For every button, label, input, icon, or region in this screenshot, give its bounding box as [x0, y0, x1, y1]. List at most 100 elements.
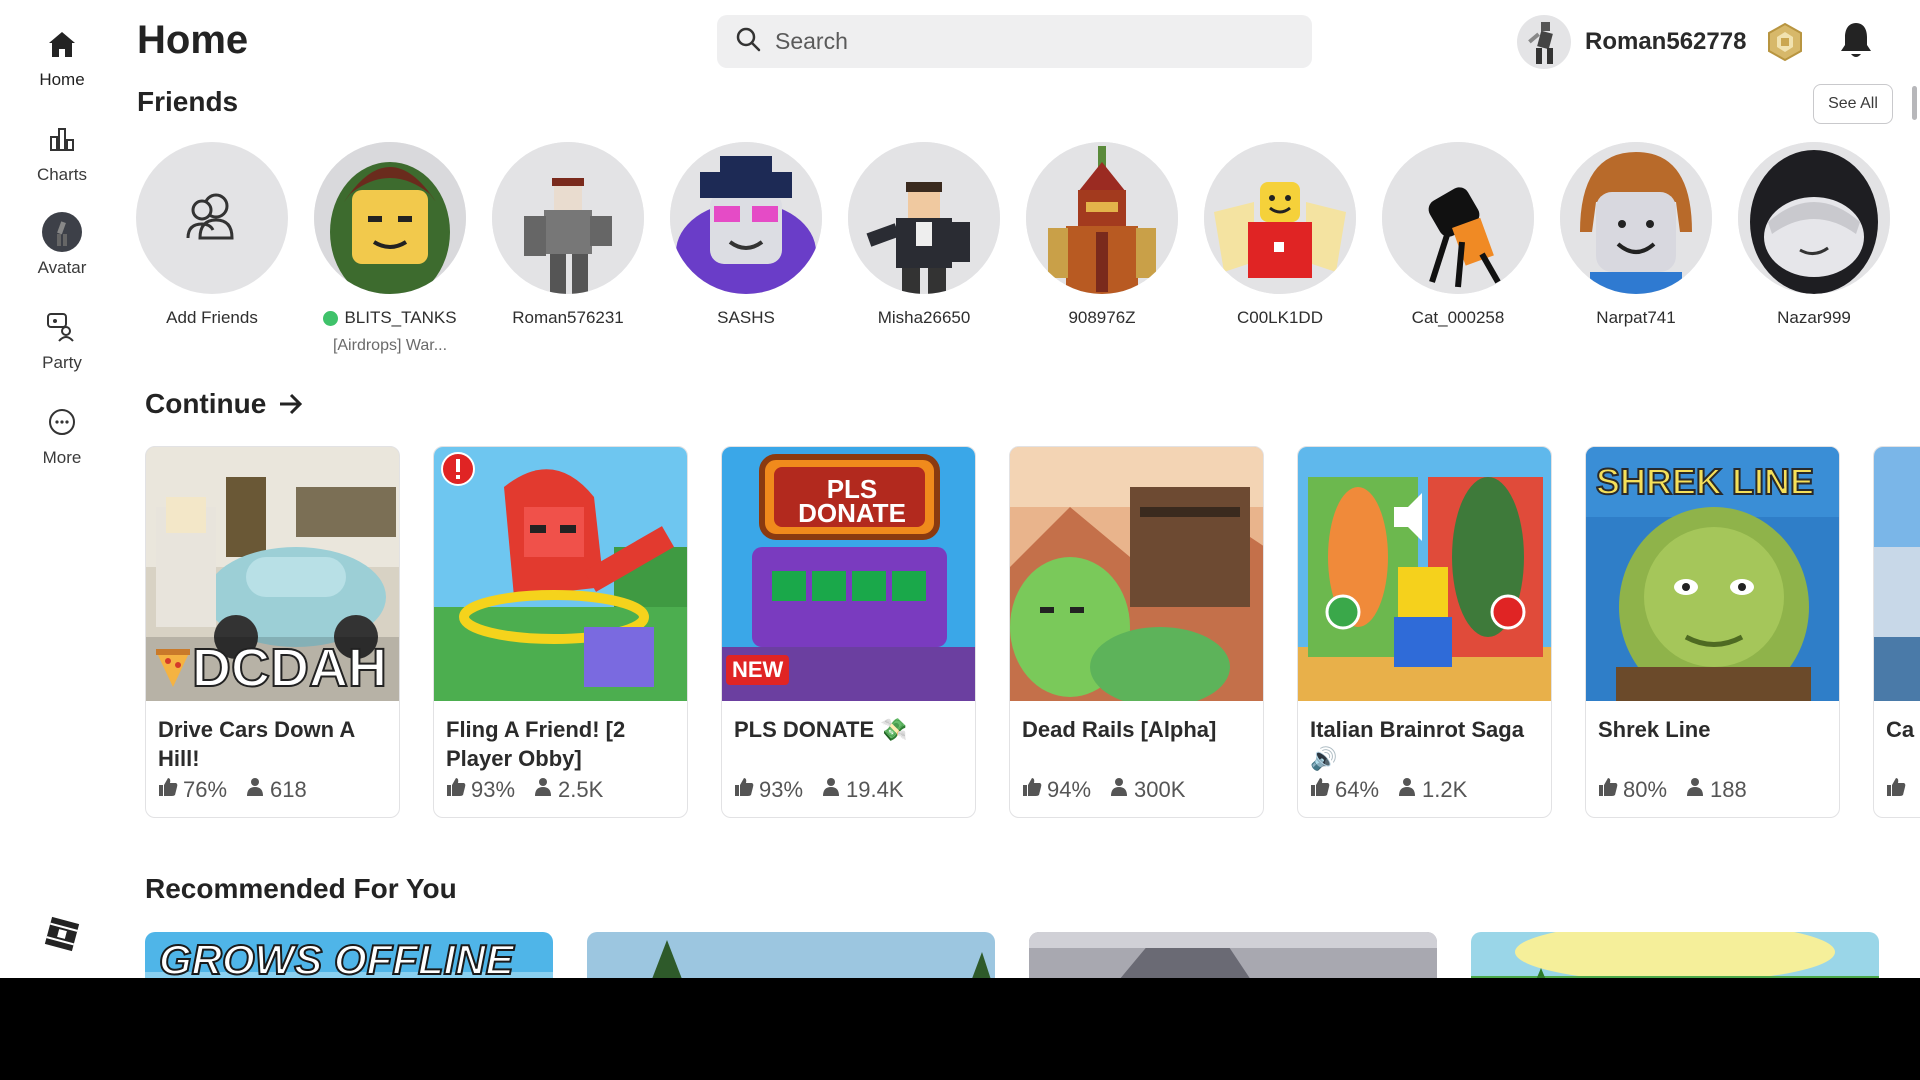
rating-stat: 94% [1022, 777, 1091, 803]
game-stats: 94% 300K [1022, 777, 1203, 803]
recommended-game-card[interactable] [1471, 932, 1879, 978]
continue-title: Continue [145, 388, 267, 419]
rating-value: 93% [471, 777, 516, 802]
players-stat: 300K [1109, 777, 1185, 803]
friend-avatar[interactable] [848, 142, 1000, 294]
game-stats: 64% 1.2K [1310, 777, 1485, 803]
user-avatar[interactable] [1517, 15, 1571, 69]
continue-header[interactable]: Continue [145, 388, 304, 420]
roblox-logo-icon[interactable] [44, 916, 80, 952]
rating-stat: 80% [1598, 777, 1667, 803]
players-value: 19.4K [846, 777, 904, 802]
game-stats: 93% 19.4K [734, 777, 922, 803]
thumbnail-title: DCDAH [191, 637, 388, 699]
robux-icon[interactable] [1765, 22, 1805, 62]
recommended-title: Recommended For You [145, 873, 457, 904]
game-stats [1886, 777, 1920, 803]
players-stat: 1.2K [1397, 777, 1467, 803]
friend-name: 908976Z [1068, 308, 1136, 327]
rating-value: 76% [183, 777, 228, 802]
username[interactable]: Roman562778 [1585, 28, 1746, 56]
friend-item[interactable]: Misha26650 [835, 142, 1013, 328]
game-thumbnail [1010, 447, 1263, 701]
friend-name: BLITS_TANKS [323, 308, 457, 328]
friend-item[interactable]: C00LK1DD [1191, 142, 1369, 328]
game-card[interactable]: Dead Rails [Alpha] 94% 300K [1009, 446, 1264, 818]
game-thumbnail: PLS DONATE NEW [722, 447, 975, 701]
game-thumbnail [1874, 447, 1920, 701]
rating-stat: 64% [1310, 777, 1379, 803]
game-title: Drive Cars Down A Hill! [158, 717, 355, 771]
charts-icon [42, 119, 82, 159]
friend-avatar[interactable] [492, 142, 644, 294]
sidebar-item-label: Avatar [37, 258, 87, 277]
game-card[interactable]: Fling A Friend! [2 Player Obby] 93% 2.5K [433, 446, 688, 818]
friends-title: Friends [137, 86, 239, 117]
user-profile[interactable]: Roman562778 [1517, 14, 1746, 70]
game-title: Italian Brainrot Saga 🔊 [1310, 717, 1524, 771]
friend-item[interactable]: 908976Z [1013, 142, 1191, 328]
friend-item[interactable]: Nazar999 [1725, 142, 1903, 328]
home-icon [42, 24, 82, 64]
friend-avatar[interactable] [1560, 142, 1712, 294]
friend-name-text: BLITS_TANKS [344, 308, 457, 327]
rating-value: 93% [759, 777, 804, 802]
recommended-game-card[interactable]: GROWS OFFLINE [145, 932, 553, 978]
friend-item[interactable]: SASHS [657, 142, 835, 328]
game-card[interactable]: Italian Brainrot Saga 🔊 64% 1.2K [1297, 446, 1552, 818]
game-stats: 76% 618 [158, 777, 325, 803]
sidebar-item-avatar[interactable]: Avatar [0, 212, 124, 292]
friend-avatar[interactable] [670, 142, 822, 294]
friend-avatar[interactable] [314, 142, 466, 294]
friend-item[interactable]: Roman576231 [479, 142, 657, 328]
recommended-game-card[interactable] [1029, 932, 1437, 978]
game-thumbnail [434, 447, 687, 701]
game-card[interactable]: PLS DONATE NEW PLS DONATE 💸 93% 19.4K [721, 446, 976, 818]
add-friends-label: Add Friends [166, 308, 258, 327]
sidebar-item-party[interactable]: Party [0, 307, 124, 387]
sidebar-item-more[interactable]: More [0, 402, 124, 482]
friend-item[interactable]: Narpat741 [1547, 142, 1725, 328]
rating-value: 80% [1623, 777, 1668, 802]
friend-name: Nazar999 [1777, 308, 1851, 327]
more-icon [42, 402, 82, 442]
friend-name: Roman576231 [512, 308, 624, 327]
friend-avatar[interactable] [1382, 142, 1534, 294]
thumbs-up-icon [1022, 777, 1047, 803]
game-card[interactable]: SHREK LINE Shrek Line 80% 188 [1585, 446, 1840, 818]
game-title: Ca Yo [1886, 717, 1920, 742]
friend-avatar[interactable] [1738, 142, 1890, 294]
see-all-button[interactable]: See All [1813, 84, 1893, 124]
players-icon [1109, 777, 1134, 803]
friend-name: SASHS [717, 308, 775, 327]
friend-item[interactable]: BLITS_TANKS [Airdrops] War... [301, 142, 479, 355]
players-stat: 19.4K [821, 777, 904, 803]
search-bar[interactable] [717, 15, 1312, 68]
sidebar-item-home[interactable]: Home [0, 24, 124, 104]
bell-icon[interactable] [1838, 20, 1878, 64]
add-friends-button[interactable]: Add Friends [123, 142, 301, 328]
scrollbar[interactable] [1912, 86, 1917, 120]
recommended-game-card[interactable] [587, 932, 995, 978]
thumbnail-title: SHREK LINE [1595, 460, 1815, 503]
sidebar-item-charts[interactable]: Charts [0, 119, 124, 199]
add-friends-circle[interactable] [136, 142, 288, 294]
game-card[interactable]: Ca Yo [1873, 446, 1920, 818]
thumbnail-title: PLS DONATE [798, 474, 906, 528]
game-title: Dead Rails [Alpha] [1022, 717, 1217, 742]
new-badge: NEW [726, 655, 790, 685]
search-input[interactable] [775, 28, 1275, 55]
friend-item[interactable]: Cat_000258 [1369, 142, 1547, 328]
players-icon [1397, 777, 1422, 803]
friend-avatar[interactable] [1204, 142, 1356, 294]
thumbs-up-icon [734, 777, 759, 803]
players-icon [533, 777, 558, 803]
game-title: Shrek Line [1598, 717, 1711, 742]
sidebar-item-label: More [42, 448, 82, 467]
game-title: PLS DONATE 💸 [734, 717, 908, 742]
game-card[interactable]: DCDAH Drive Cars Down A Hill! 76% 618 [145, 446, 400, 818]
players-icon [1685, 777, 1710, 803]
thumbs-up-icon [1310, 777, 1335, 803]
friend-avatar[interactable] [1026, 142, 1178, 294]
game-stats: 93% 2.5K [446, 777, 621, 803]
